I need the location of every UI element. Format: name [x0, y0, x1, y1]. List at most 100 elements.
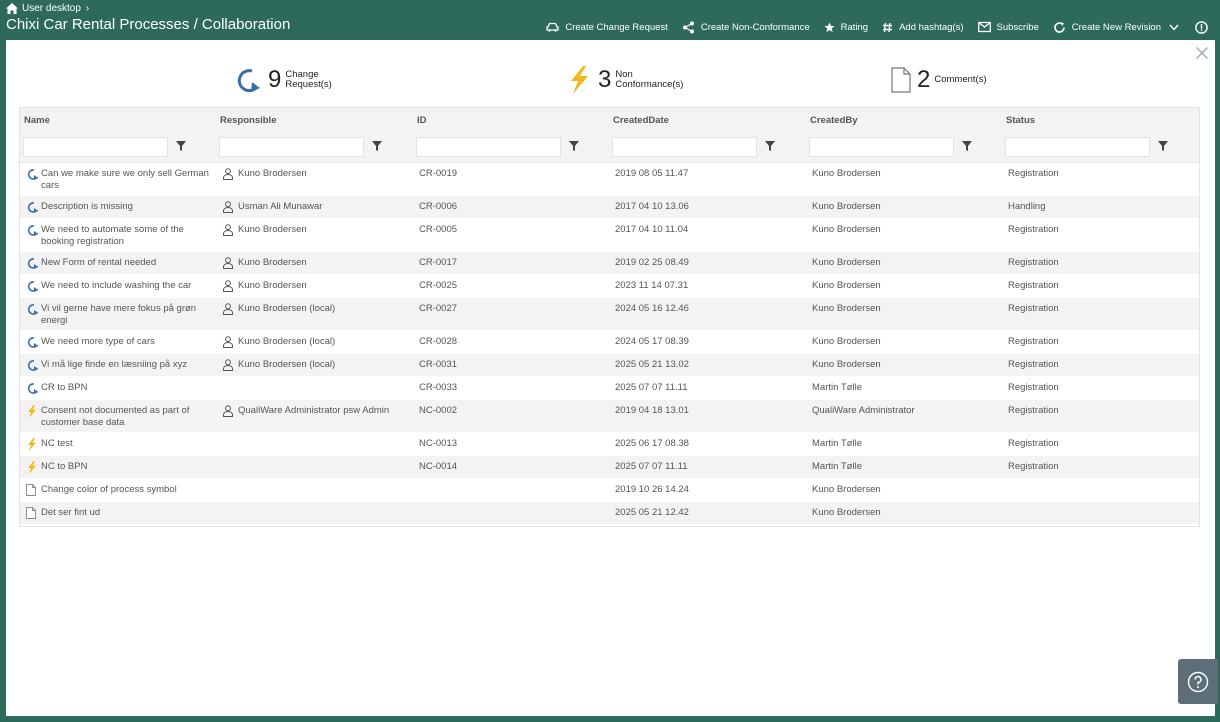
table-row[interactable]: CR to BPN CR-0033 2025 07 07 11.11 Martin T… — [20, 377, 1199, 400]
info-button[interactable] — [1195, 20, 1214, 34]
cell-created-by: Kuno Brodersen — [812, 336, 881, 347]
person-icon — [222, 201, 238, 217]
table-row[interactable]: Can we make sure we only sell German car… — [20, 163, 1199, 196]
cell-name-text: New Form of rental needed — [41, 257, 157, 268]
help-button[interactable] — [1178, 659, 1218, 704]
id-filter-input[interactable] — [416, 137, 561, 157]
cell-status: Registration — [1008, 382, 1059, 393]
cell-status: Registration — [1008, 224, 1059, 235]
more-dropdown-button[interactable] — [1169, 24, 1185, 31]
breadcrumb-user-desktop[interactable]: User desktop — [22, 3, 81, 14]
cell-id: CR-0028 — [419, 336, 458, 347]
cell-responsible-text: Kuno Brodersen — [238, 168, 307, 179]
filter-icon[interactable] — [962, 141, 972, 151]
filter-icon[interactable] — [1158, 141, 1168, 151]
cell-id: CR-0025 — [419, 280, 458, 291]
person-icon — [222, 257, 238, 273]
responsible-filter-input[interactable] — [219, 137, 364, 157]
table-row[interactable]: We need to automate some of the booking … — [20, 219, 1199, 252]
cell-created-by: Kuno Brodersen — [812, 484, 881, 495]
filter-icon[interactable] — [176, 141, 186, 151]
rating-button[interactable]: Rating — [824, 22, 868, 33]
collaboration-panel: 9 Change Request(s) 3 Non Conformance(s) 2… — [6, 40, 1218, 716]
create-change-request-button[interactable]: Create Change Request — [546, 22, 668, 33]
person-icon — [222, 224, 238, 240]
cell-status: Registration — [1008, 280, 1059, 291]
column-header-created-date[interactable]: CreatedDate — [613, 115, 669, 126]
cell-responsible-text: Kuno Brodersen — [238, 257, 307, 268]
create-new-revision-button[interactable]: Create New Revision — [1053, 21, 1161, 34]
cell-created-date: 2024 05 16 12.46 — [615, 303, 689, 314]
table-row[interactable]: We need more type of cars Kuno Brodersen … — [20, 331, 1199, 354]
add-hashtag-button[interactable]: Add hashtag(s) — [882, 22, 964, 33]
cell-name[interactable]: Vi vil gerne have mere fokus på grøn ene… — [26, 303, 216, 327]
change-request-icon — [26, 359, 41, 375]
cell-id: CR-0005 — [419, 224, 458, 235]
filter-icon[interactable] — [569, 141, 579, 151]
table-row[interactable]: NC to BPN NC-0014 2025 07 07 11.11 Martin T… — [20, 456, 1199, 479]
filter-icon[interactable] — [372, 141, 382, 151]
table-row[interactable]: Consent not documented as part of custom… — [20, 400, 1199, 433]
table-row[interactable]: Description is missing Usman Ali Munawar C… — [20, 196, 1199, 219]
created-by-filter-input[interactable] — [809, 137, 954, 157]
cell-name[interactable]: NC test — [26, 438, 216, 455]
cell-name[interactable]: We need to automate some of the booking … — [26, 224, 216, 248]
cell-name[interactable]: Change color of process symbol — [26, 484, 216, 500]
create-non-conformance-label: Create Non-Conformance — [700, 21, 810, 33]
table-row[interactable]: Vi må lige finde en læsniing på xyz Kuno … — [20, 354, 1199, 377]
cell-name[interactable]: NC to BPN — [26, 461, 216, 478]
filter-icon[interactable] — [765, 141, 775, 151]
name-filter-input[interactable] — [23, 137, 168, 157]
change-request-icon — [26, 280, 41, 296]
cell-status: Registration — [1008, 461, 1059, 472]
cell-created-by: Kuno Brodersen — [812, 359, 881, 370]
cell-id: CR-0017 — [419, 257, 458, 268]
table-row[interactable]: New Form of rental needed Kuno Brodersen C… — [20, 252, 1199, 275]
change-request-icon — [26, 201, 41, 217]
cell-responsible: QualiWare Administrator psw Admin — [222, 405, 412, 421]
change-request-count: 9 — [268, 66, 282, 93]
cell-responsible-text: Kuno Brodersen (local) — [238, 336, 336, 347]
table-row[interactable]: We need to include washing the car Kuno B… — [20, 275, 1199, 298]
table-row[interactable]: Vi vil gerne have mere fokus på grøn ene… — [20, 298, 1199, 331]
cell-name[interactable]: We need more type of cars — [26, 336, 216, 352]
status-filter-input[interactable] — [1005, 137, 1150, 157]
column-header-responsible[interactable]: Responsible — [220, 115, 277, 126]
cell-name-text: NC test — [41, 438, 73, 449]
column-header-created-by[interactable]: CreatedBy — [810, 115, 858, 126]
cell-name[interactable]: Description is missing — [26, 201, 216, 217]
column-header-status[interactable]: Status — [1006, 115, 1035, 126]
cell-name[interactable]: We need to include washing the car — [26, 280, 216, 296]
cell-name[interactable]: New Form of rental needed — [26, 257, 216, 273]
cell-name-text: NC to BPN — [41, 461, 88, 472]
create-non-conformance-button[interactable]: Create Non-Conformance — [682, 21, 810, 34]
breadcrumb: User desktop › — [6, 2, 89, 14]
comment-summary[interactable]: 2 Comment(s) — [891, 64, 987, 96]
cell-name[interactable]: Can we make sure we only sell German car… — [26, 168, 216, 192]
cell-name[interactable]: Vi må lige finde en læsniing på xyz — [26, 359, 216, 375]
chevron-right-icon: › — [85, 2, 90, 14]
change-request-icon — [26, 382, 41, 398]
column-header-name[interactable]: Name — [24, 115, 50, 126]
cell-responsible-text: Kuno Brodersen (local) — [238, 303, 336, 314]
subscribe-button[interactable]: Subscribe — [977, 21, 1039, 33]
cell-name[interactable]: Det ser fint ud — [26, 507, 216, 523]
home-icon[interactable] — [6, 2, 18, 14]
cell-created-by: Kuno Brodersen — [812, 224, 881, 235]
table-body: Can we make sure we only sell German car… — [20, 163, 1199, 525]
person-icon — [222, 405, 238, 421]
cell-name[interactable]: CR to BPN — [26, 382, 216, 398]
table-row[interactable]: NC test NC-0013 2025 06 17 08.38 Martin Tøl… — [20, 433, 1199, 456]
close-icon[interactable] — [1195, 46, 1209, 60]
cell-created-date: 2017 04 10 13.06 — [615, 201, 689, 212]
created-date-filter-input[interactable] — [612, 137, 757, 157]
table-row[interactable]: Change color of process symbol 2019 10 26… — [20, 479, 1199, 502]
change-request-icon — [26, 168, 41, 192]
change-request-summary[interactable]: 9 Change Request(s) — [236, 64, 332, 96]
document-icon — [891, 67, 911, 93]
non-conformance-summary[interactable]: 3 Non Conformance(s) — [566, 64, 683, 96]
cell-name[interactable]: Consent not documented as part of custom… — [26, 405, 216, 429]
table-row[interactable]: Det ser fint ud 2025 05 21 12.42 Kuno Brod… — [20, 502, 1199, 525]
cell-created-date: 2019 10 26 14.24 — [615, 484, 689, 495]
column-header-id[interactable]: ID — [417, 115, 427, 126]
